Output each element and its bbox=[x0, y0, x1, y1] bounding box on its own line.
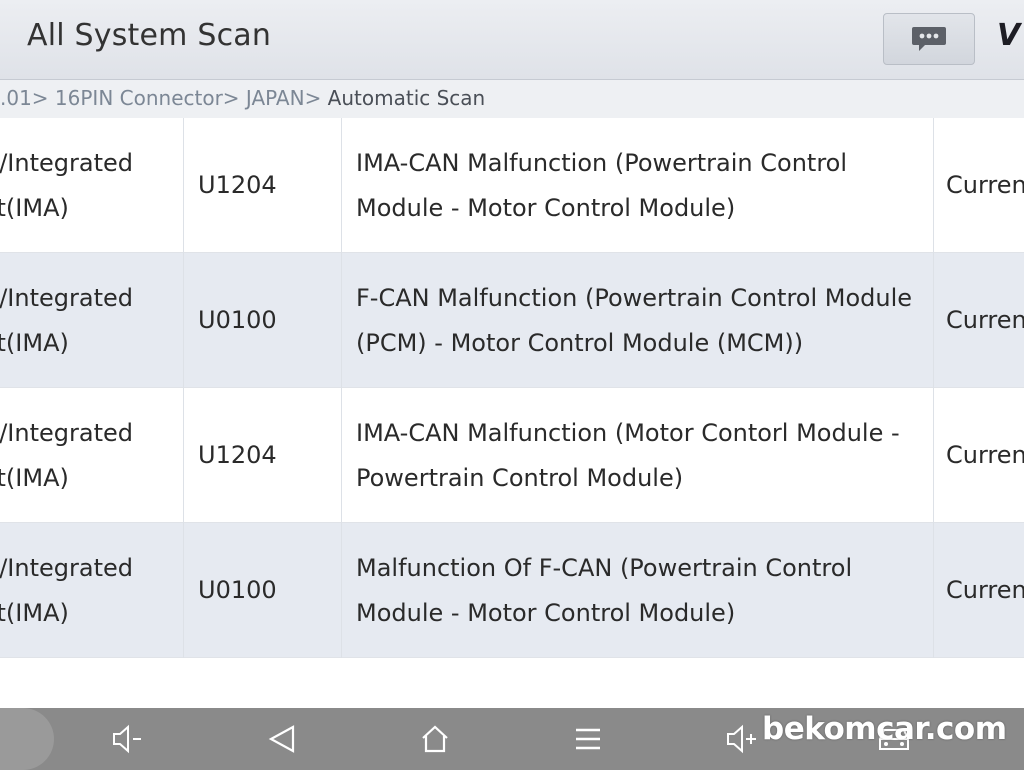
volume-down-icon[interactable] bbox=[108, 722, 148, 756]
description-cell: F-CAN Malfunction (Powertrain Control Mo… bbox=[341, 253, 933, 388]
status-cell: Curren bbox=[933, 253, 1024, 388]
dtc-description: IMA-CAN Malfunction (Powertrain Control … bbox=[356, 148, 848, 222]
dtc-status: Curren bbox=[946, 576, 1024, 604]
code-cell: U0100 bbox=[183, 523, 341, 658]
dtc-status: Curren bbox=[946, 306, 1024, 334]
dtc-code: U0100 bbox=[198, 576, 277, 604]
menu-icon[interactable] bbox=[568, 722, 608, 756]
watermark: bekomcar.com bbox=[762, 711, 1007, 747]
message-button[interactable] bbox=[883, 13, 975, 65]
dtc-code: U1204 bbox=[198, 441, 277, 469]
description-cell: Malfunction Of F-CAN (Powertrain Control… bbox=[341, 523, 933, 658]
status-cell: Curren bbox=[933, 523, 1024, 658]
dtc-code: U1204 bbox=[198, 171, 277, 199]
dtc-code: U0100 bbox=[198, 306, 277, 334]
dtc-description: F-CAN Malfunction (Powertrain Control Mo… bbox=[356, 283, 913, 357]
system-name: n/Integrated st(IMA) bbox=[0, 418, 133, 492]
brand-logo: V bbox=[997, 18, 1021, 53]
system-name: n/Integrated st(IMA) bbox=[0, 148, 133, 222]
code-cell: U1204 bbox=[183, 388, 341, 523]
description-cell: IMA-CAN Malfunction (Motor Contorl Modul… bbox=[341, 388, 933, 523]
volume-up-icon[interactable] bbox=[722, 722, 762, 756]
system-name: n/Integrated st(IMA) bbox=[0, 283, 133, 357]
description-cell: IMA-CAN Malfunction (Powertrain Control … bbox=[341, 118, 933, 253]
system-cell: n/Integrated st(IMA) bbox=[0, 253, 182, 388]
dtc-table: n/Integrated st(IMA) U1204 IMA-CAN Malfu… bbox=[0, 118, 1024, 658]
breadcrumb-current: Automatic Scan bbox=[321, 86, 486, 110]
status-cell: Curren bbox=[933, 388, 1024, 523]
table-row[interactable]: n/Integrated st(IMA) U1204 IMA-CAN Malfu… bbox=[0, 388, 1024, 523]
dtc-description: Malfunction Of F-CAN (Powertrain Control… bbox=[356, 553, 853, 627]
nav-pill[interactable] bbox=[0, 708, 54, 770]
app-header: All System Scan V bbox=[0, 0, 1024, 80]
status-cell: Curren bbox=[933, 118, 1024, 253]
home-icon[interactable] bbox=[415, 722, 455, 756]
table-row[interactable]: n/Integrated st(IMA) U0100 Malfunction O… bbox=[0, 523, 1024, 658]
dtc-status: Curren bbox=[946, 441, 1024, 469]
code-cell: U0100 bbox=[183, 253, 341, 388]
breadcrumb-path[interactable]: .01> 16PIN Connector> JAPAN> bbox=[0, 86, 321, 110]
dtc-description: IMA-CAN Malfunction (Motor Contorl Modul… bbox=[356, 418, 900, 492]
system-name: n/Integrated st(IMA) bbox=[0, 553, 133, 627]
chat-icon bbox=[912, 27, 946, 51]
table-row[interactable]: n/Integrated st(IMA) U0100 F-CAN Malfunc… bbox=[0, 253, 1024, 388]
system-cell: n/Integrated st(IMA) bbox=[0, 118, 182, 253]
dtc-status: Curren bbox=[946, 171, 1024, 199]
system-cell: n/Integrated st(IMA) bbox=[0, 523, 182, 658]
system-cell: n/Integrated st(IMA) bbox=[0, 388, 182, 523]
code-cell: U1204 bbox=[183, 118, 341, 253]
page-title: All System Scan bbox=[27, 18, 272, 53]
table-row[interactable]: n/Integrated st(IMA) U1204 IMA-CAN Malfu… bbox=[0, 118, 1024, 253]
back-icon[interactable] bbox=[262, 722, 302, 756]
breadcrumb: .01> 16PIN Connector> JAPAN> Automatic S… bbox=[0, 80, 1024, 118]
